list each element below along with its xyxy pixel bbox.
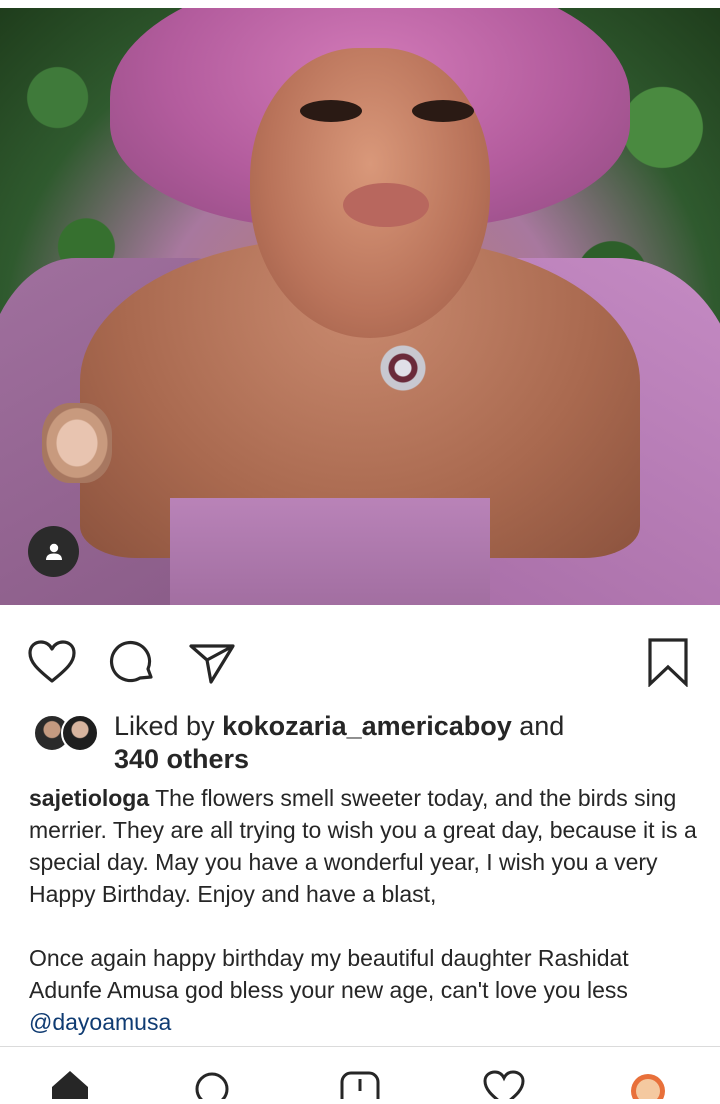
nav-search[interactable] bbox=[190, 1069, 234, 1104]
bottom-navigation bbox=[0, 1046, 720, 1104]
portrait-eye-left bbox=[300, 100, 362, 122]
likes-section: Liked by kokozaria_americaboy and 340 ot… bbox=[0, 706, 720, 776]
likes-prefix: Liked by bbox=[114, 711, 223, 741]
nav-activity[interactable] bbox=[482, 1069, 526, 1104]
search-icon bbox=[195, 1072, 229, 1104]
caption-paragraph-1: sajetiologa The flowers smell sweeter to… bbox=[29, 782, 699, 910]
save-button[interactable] bbox=[642, 636, 694, 688]
likes-conjunction: and bbox=[511, 711, 565, 741]
nav-profile[interactable] bbox=[626, 1069, 670, 1104]
nav-home[interactable] bbox=[48, 1069, 92, 1099]
nav-add[interactable] bbox=[338, 1069, 382, 1104]
likes-count-link[interactable]: 340 others bbox=[114, 744, 249, 774]
mention-link[interactable]: @dayoamusa bbox=[29, 1009, 171, 1035]
wristwatch bbox=[42, 403, 112, 483]
outfit-bottom bbox=[170, 498, 490, 605]
necklace bbox=[368, 338, 438, 398]
comment-button[interactable] bbox=[106, 636, 158, 688]
caption-text-2: Once again happy birthday my beautiful d… bbox=[29, 945, 629, 1003]
like-button[interactable] bbox=[26, 636, 78, 688]
caption-username-link[interactable]: sajetiologa bbox=[29, 785, 149, 811]
portrait-eye-right bbox=[412, 100, 474, 122]
post-caption: sajetiologa The flowers smell sweeter to… bbox=[29, 782, 699, 1038]
add-icon bbox=[340, 1071, 380, 1104]
send-icon bbox=[189, 644, 235, 684]
home-icon bbox=[52, 1071, 88, 1099]
activity-icon bbox=[483, 1070, 525, 1104]
share-button[interactable] bbox=[186, 636, 238, 688]
liker-avatar[interactable] bbox=[61, 714, 99, 752]
caption-paragraph-2: Once again happy birthday my beautiful d… bbox=[29, 942, 699, 1038]
post-actions-bar bbox=[0, 636, 720, 692]
user-tag-icon[interactable] bbox=[28, 526, 79, 577]
liker-avatars[interactable] bbox=[33, 714, 99, 752]
portrait-lips bbox=[343, 183, 429, 227]
comment-icon bbox=[109, 641, 153, 683]
bookmark-icon bbox=[648, 638, 688, 687]
heart-icon bbox=[28, 640, 76, 683]
liker-username-link[interactable]: kokozaria_americaboy bbox=[222, 711, 512, 741]
post-image[interactable] bbox=[0, 8, 720, 605]
profile-icon bbox=[631, 1074, 665, 1104]
likes-summary: Liked by kokozaria_americaboy and 340 ot… bbox=[114, 710, 564, 776]
